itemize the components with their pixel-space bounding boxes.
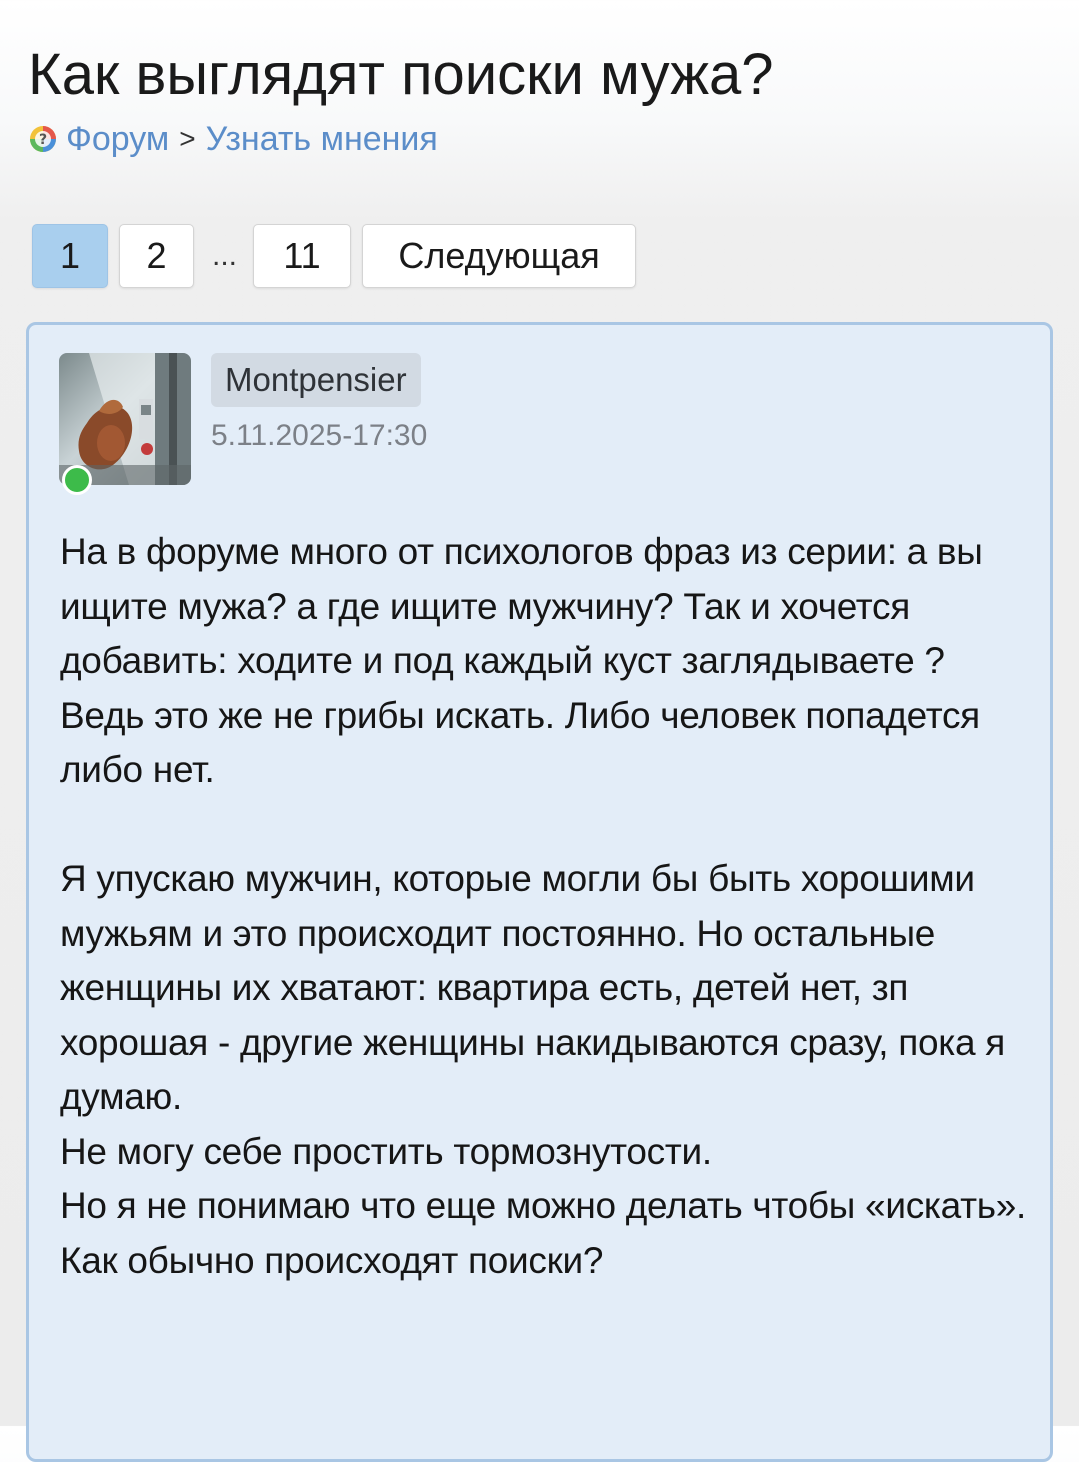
- post-card: Montpensier 5.11.2025-17:30 На в форуме …: [26, 322, 1053, 1462]
- page-1-button[interactable]: 1: [32, 224, 108, 288]
- page-title: Как выглядят поиски мужа?: [28, 42, 774, 107]
- pagination: 1 2 ... 11 Следующая: [32, 222, 637, 290]
- pagination-ellipsis: ...: [212, 239, 238, 272]
- next-page-button[interactable]: Следующая: [362, 224, 637, 288]
- question-bubble-icon: ?: [28, 124, 58, 154]
- breadcrumb-forum-link[interactable]: Форум: [66, 120, 169, 159]
- page-11-button[interactable]: 11: [253, 224, 352, 288]
- online-status-indicator: [62, 465, 92, 495]
- post-date: 5.11.2025-17:30: [211, 419, 428, 452]
- post-body: На в форуме много от психологов фраз из …: [60, 531, 1026, 1281]
- breadcrumb-section-link[interactable]: Узнать мнения: [206, 120, 438, 159]
- breadcrumb-separator: >: [179, 123, 196, 154]
- svg-text:?: ?: [39, 132, 47, 148]
- breadcrumb: ? Форум > Узнать мнения: [28, 118, 438, 160]
- page-2-button[interactable]: 2: [119, 224, 194, 288]
- post-author[interactable]: Montpensier: [211, 353, 421, 407]
